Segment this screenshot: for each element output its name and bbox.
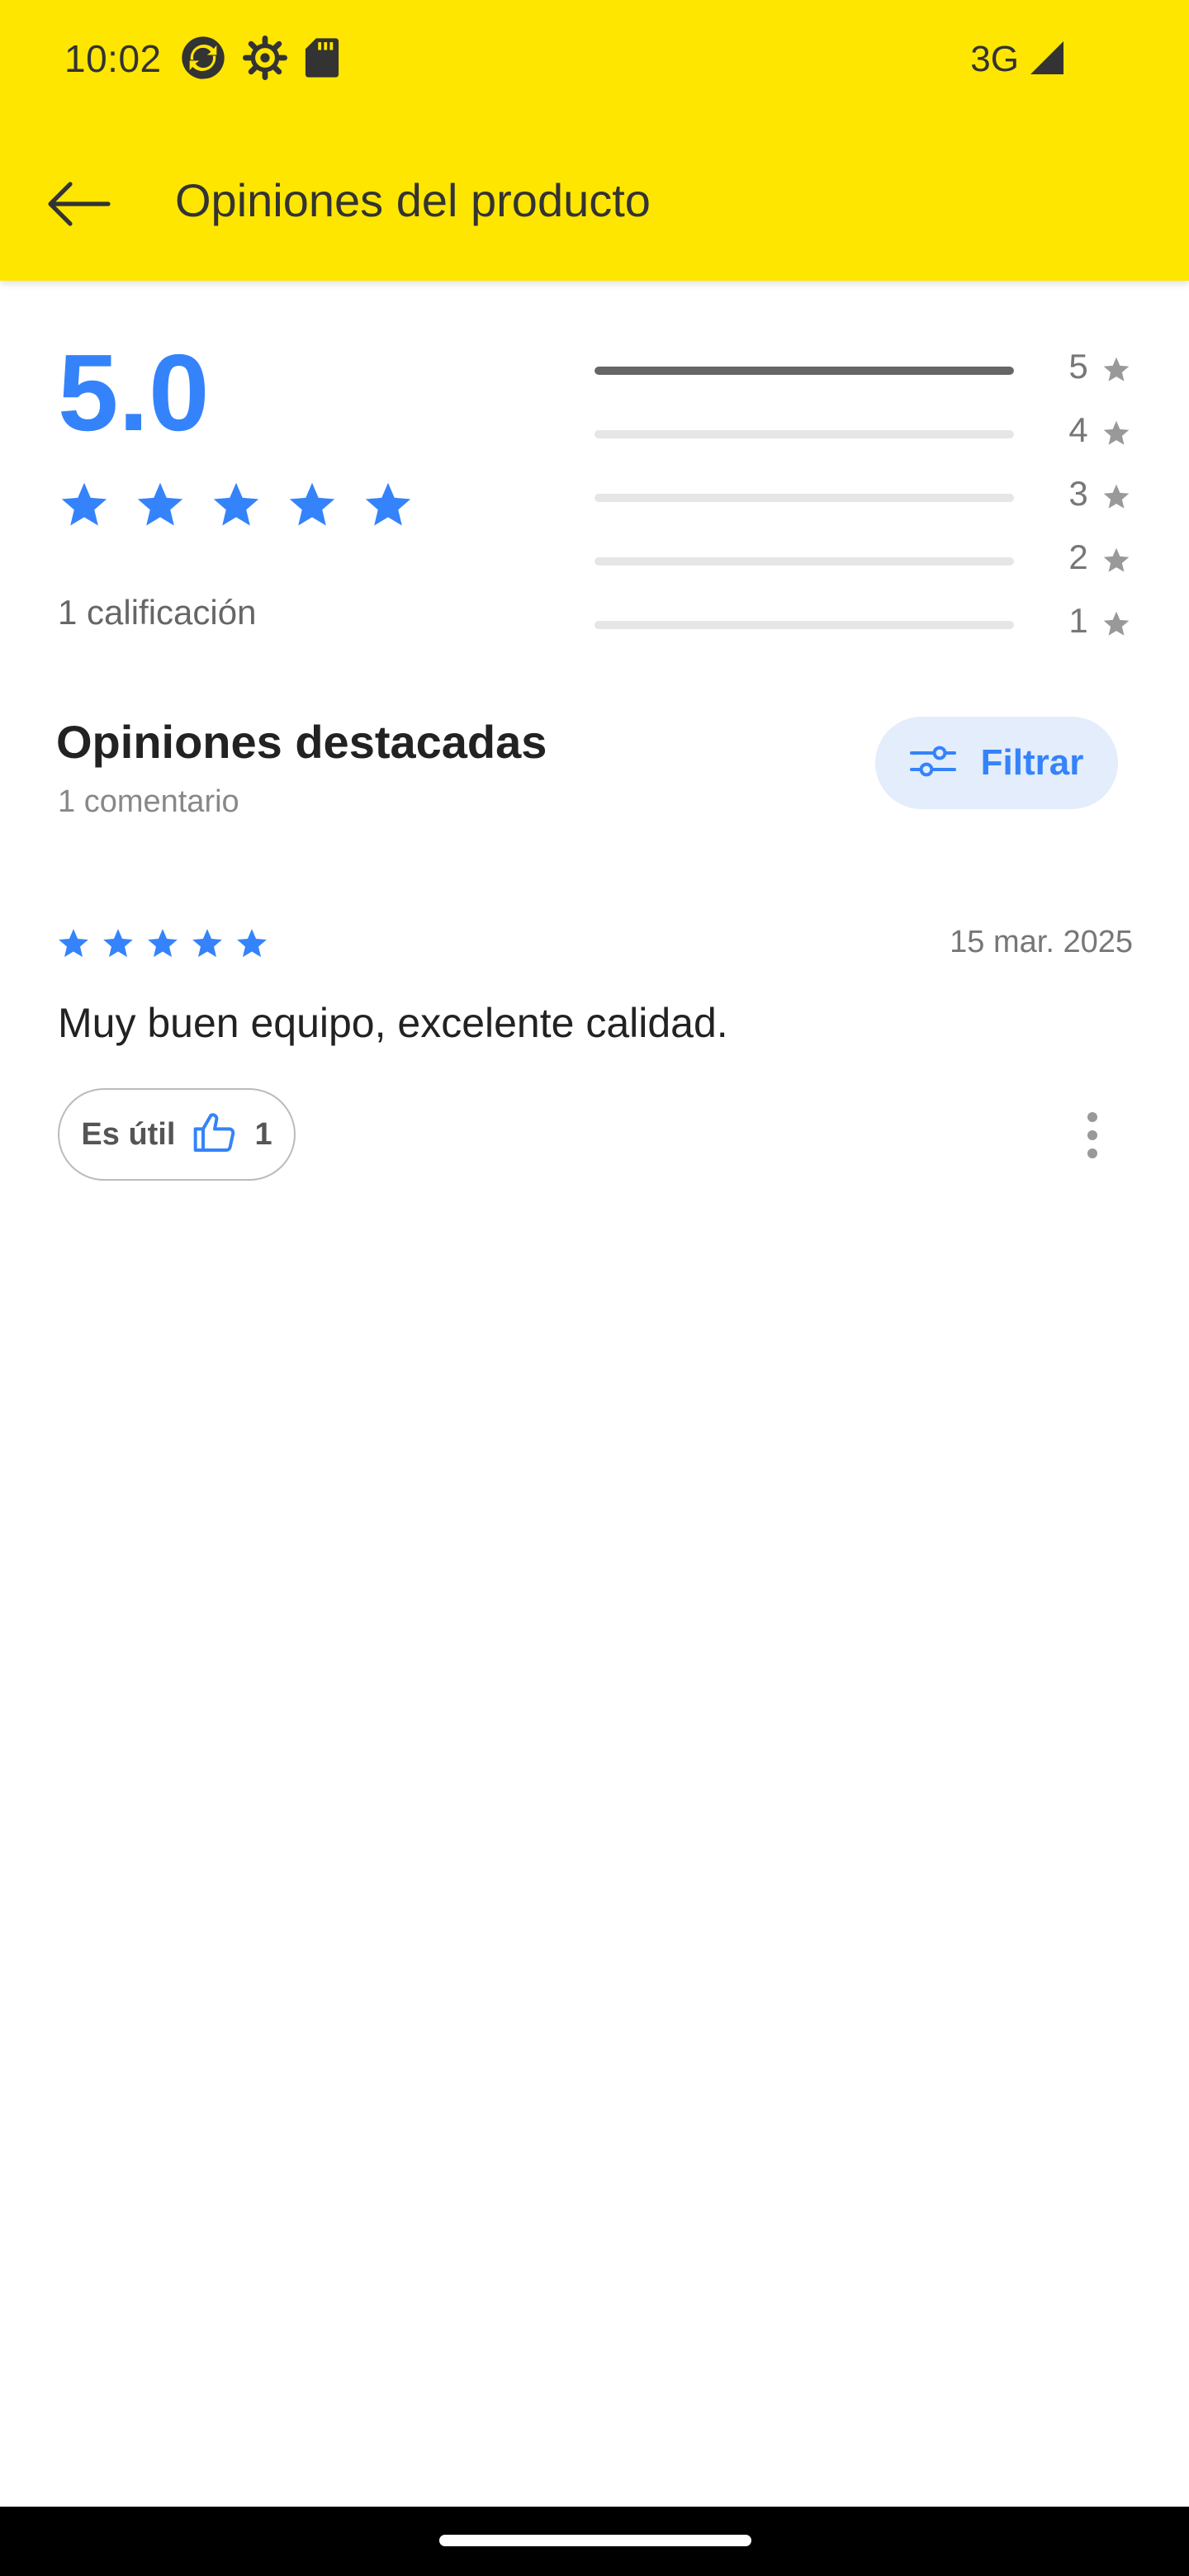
distribution-bar-fill: [594, 367, 1014, 375]
status-time: 10:02: [64, 37, 162, 80]
helpful-label: Es útil: [81, 1116, 176, 1152]
star-icon: [101, 926, 135, 965]
featured-reviews-header: Opiniones destacadas 1 comentario Filtra…: [0, 702, 1189, 850]
settings-gear-icon: [243, 35, 287, 84]
distribution-bar: [594, 367, 1014, 375]
filter-button[interactable]: Filtrar: [875, 717, 1118, 809]
ratings-count: 1 calificación: [58, 593, 257, 632]
reviews-count: 1 comentario: [58, 784, 239, 819]
back-button[interactable]: [33, 160, 124, 251]
average-stars: [58, 479, 414, 536]
review-card: 15 mar. 2025 Muy buen equipo, excelente …: [0, 916, 1189, 1197]
sync-icon: [180, 35, 226, 85]
filter-label: Filtrar: [980, 742, 1084, 783]
distribution-row: 2: [594, 537, 1139, 587]
app-bar: Opiniones del producto: [0, 124, 1189, 281]
star-icon: [1101, 482, 1131, 512]
app-header: 10:02 3G Opiniones del producto: [0, 0, 1189, 281]
star-icon: [134, 479, 187, 536]
star-icon: [190, 926, 225, 965]
review-stars: [56, 926, 269, 965]
distribution-star-level: 2: [1068, 537, 1088, 576]
distribution-bar: [594, 430, 1014, 438]
distribution-bar: [594, 494, 1014, 502]
helpful-button[interactable]: Es útil 1: [58, 1088, 296, 1181]
star-icon: [1101, 419, 1131, 448]
review-text: Muy buen equipo, excelente calidad.: [58, 1000, 728, 1046]
more-vert-icon: [1087, 1112, 1097, 1122]
distribution-star-level: 5: [1068, 347, 1088, 386]
more-options-button[interactable]: [1065, 1106, 1120, 1164]
distribution-row: 3: [594, 474, 1139, 523]
signal-icon: [1027, 38, 1067, 82]
star-icon: [286, 479, 339, 536]
network-type: 3G: [970, 39, 1019, 79]
star-icon: [56, 926, 91, 965]
more-vert-dot: [1087, 1148, 1097, 1158]
thumbs-up-icon: [192, 1110, 238, 1160]
distribution-bar: [594, 557, 1014, 566]
star-icon: [234, 926, 269, 965]
distribution-star-level: 3: [1068, 474, 1088, 513]
distribution-star-level: 1: [1068, 601, 1088, 640]
rating-summary: 5.0 1 calificación 5 4 3 2 1: [0, 281, 1189, 661]
status-bar: 10:02 3G: [0, 0, 1189, 124]
section-title: Opiniones destacadas: [56, 716, 547, 768]
distribution-bar: [594, 621, 1014, 629]
status-icons-right: 3G: [970, 36, 1067, 83]
review-date: 15 mar. 2025: [950, 925, 1133, 959]
distribution-star-level: 4: [1068, 410, 1088, 449]
more-vert-dot: [1087, 1130, 1097, 1140]
star-icon: [362, 479, 414, 536]
star-icon: [58, 479, 111, 536]
home-gesture-handle[interactable]: [439, 2535, 751, 2546]
star-icon: [1101, 355, 1131, 385]
average-rating: 5.0: [58, 332, 210, 453]
sd-card-icon: [304, 36, 340, 83]
navigation-bar: [0, 2507, 1189, 2576]
arrow-back-icon: [45, 179, 111, 233]
star-icon: [145, 926, 180, 965]
helpful-count: 1: [254, 1116, 272, 1152]
distribution-row: 5: [594, 347, 1139, 396]
star-icon: [1101, 546, 1131, 575]
sliders-icon: [909, 743, 956, 784]
distribution-row: 1: [594, 601, 1139, 651]
status-icons-left: [180, 35, 340, 85]
distribution-row: 4: [594, 410, 1139, 460]
star-icon: [1101, 609, 1131, 639]
star-icon: [210, 479, 263, 536]
page-title: Opiniones del producto: [175, 174, 651, 226]
